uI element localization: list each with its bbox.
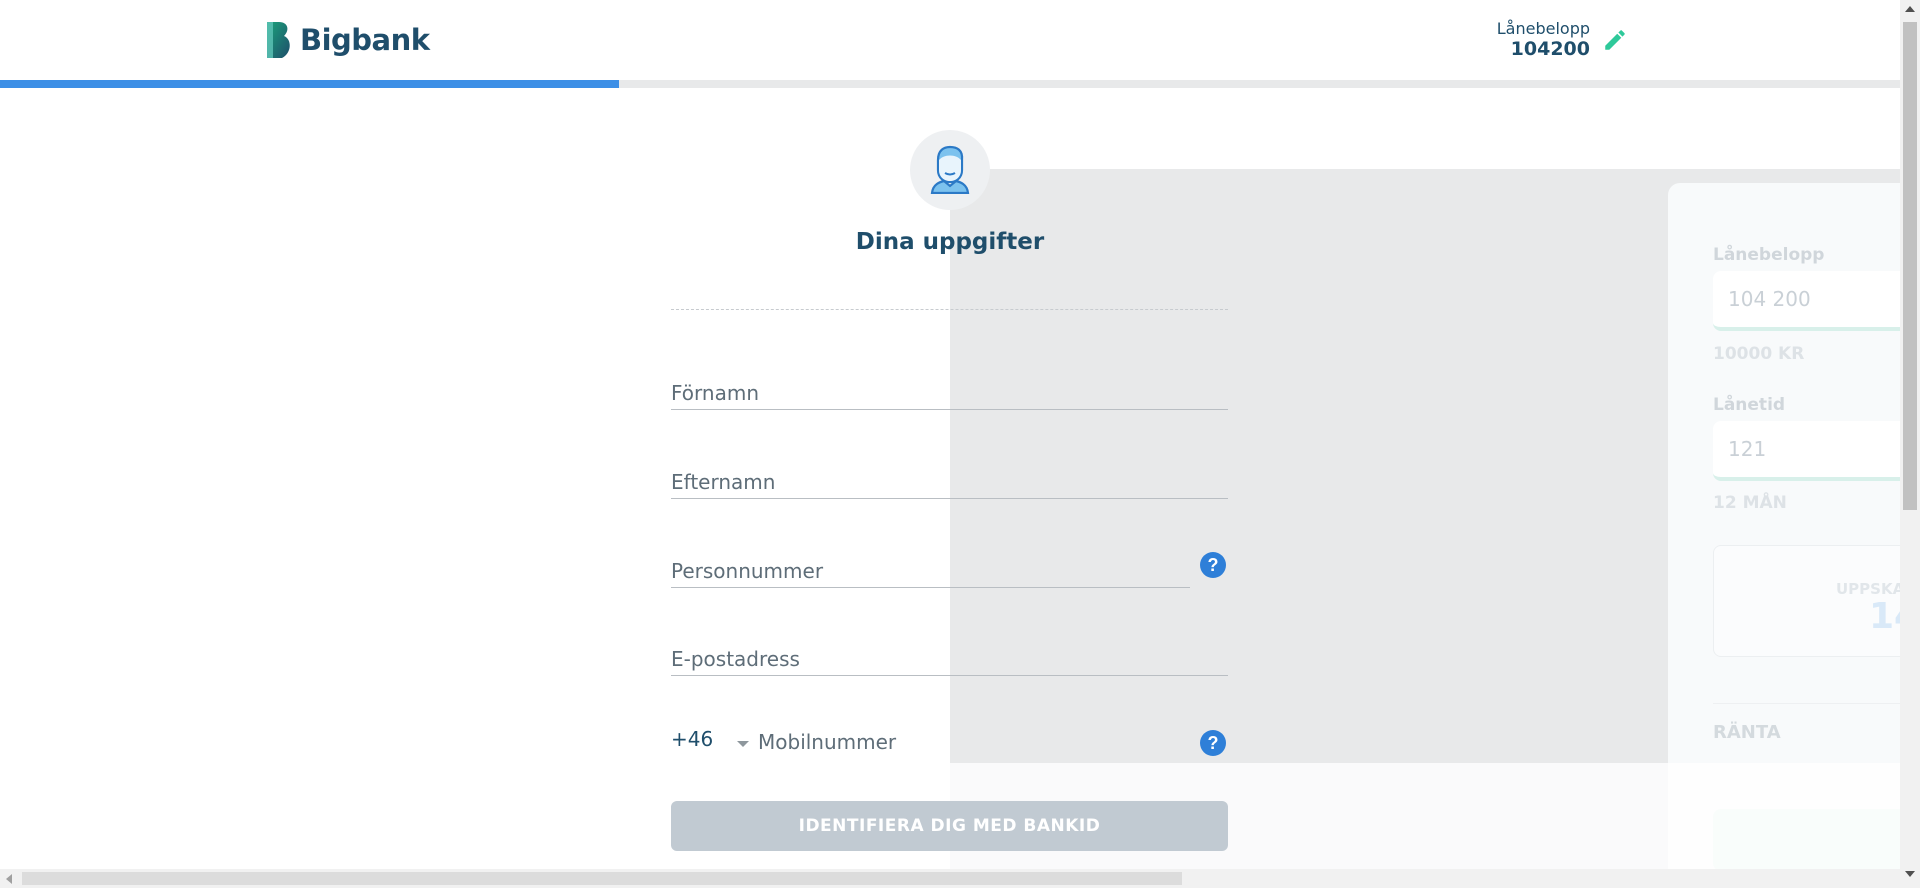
email-input[interactable]: [671, 636, 1228, 675]
vertical-scrollbar-thumb[interactable]: [1903, 22, 1917, 510]
user-avatar-icon: [930, 145, 970, 194]
horizontal-scrollbar-thumb[interactable]: [22, 872, 1182, 885]
personal-details-form: Dina uppgifter ? +46 ?: [0, 0, 1920, 888]
personal-number-input[interactable]: [671, 548, 1190, 587]
avatar: [910, 130, 990, 210]
scroll-down-icon[interactable]: [1905, 871, 1915, 877]
last-name-input[interactable]: [671, 459, 1228, 498]
scroll-left-icon[interactable]: [6, 874, 12, 884]
horizontal-scrollbar[interactable]: [0, 869, 1900, 888]
personal-number-field[interactable]: [671, 548, 1190, 588]
email-field[interactable]: [671, 636, 1228, 676]
title-divider: [671, 309, 1228, 310]
mobile-number-input[interactable]: [758, 727, 1158, 757]
page-title: Dina uppgifter: [855, 229, 1045, 255]
scroll-up-icon[interactable]: [1905, 6, 1915, 12]
first-name-input[interactable]: [671, 370, 1228, 409]
bankid-identify-button[interactable]: IDENTIFIERA DIG MED BANKID: [671, 801, 1228, 851]
mobile-number-field[interactable]: [758, 727, 1158, 757]
personal-number-help-icon[interactable]: ?: [1200, 552, 1226, 578]
vertical-scrollbar[interactable]: [1900, 0, 1920, 888]
last-name-field[interactable]: [671, 459, 1228, 499]
caret-down-icon[interactable]: [737, 741, 749, 747]
phone-country-code[interactable]: +46: [671, 727, 713, 751]
mobile-number-help-icon[interactable]: ?: [1200, 730, 1226, 756]
first-name-field[interactable]: [671, 370, 1228, 410]
